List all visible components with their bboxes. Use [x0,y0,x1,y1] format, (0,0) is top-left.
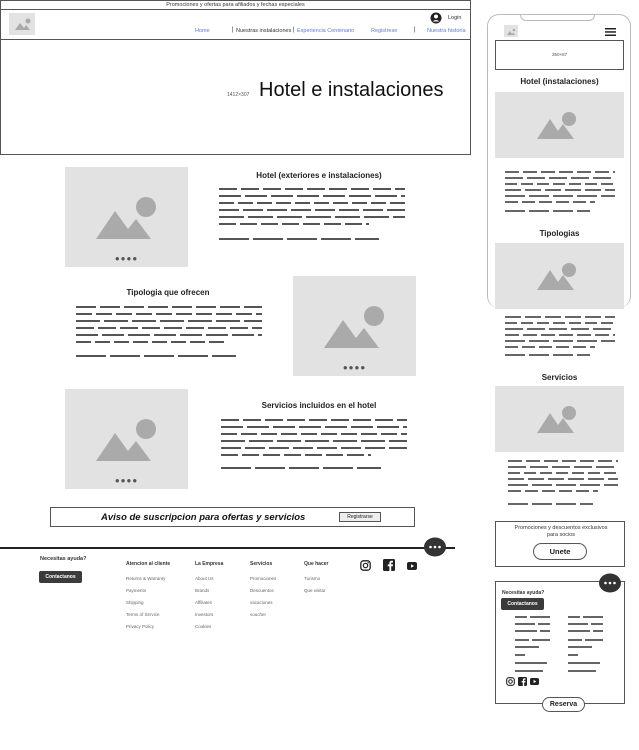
mobile-help-title: Necesitas ayuda? [502,590,545,596]
mobile-section-title: Tipologias [539,229,580,238]
image-placeholder-icon [324,306,384,348]
footer-help-title: Necesitas ayuda? [40,556,87,562]
footer-link[interactable]: Promociones [250,576,300,581]
promo-topbar: Promociones y ofertas para afiliados y f… [0,0,471,10]
mobile-youtube-icon[interactable] [530,678,539,685]
footer-link[interactable]: Terms of Service [126,612,186,617]
footer-link[interactable]: Payments [126,588,186,593]
user-icon[interactable] [430,12,442,24]
image-placeholder-icon [537,112,576,139]
mobile-hero-size-label: 350×87 [552,52,568,57]
mobile-section-image [495,386,624,452]
nav-instalaciones[interactable]: Nuestras instalaciones [236,28,291,34]
footer-link[interactable]: vacaciones [250,600,300,605]
nav-separator: | [414,27,416,33]
nav-registrese[interactable]: Registrese [371,28,397,34]
section-image: ●●●● [293,276,416,376]
mobile-hero: 350×87 [495,40,624,70]
footer-link[interactable]: Turismo [304,576,349,581]
nav-separator: | [293,27,295,33]
footer-link[interactable]: Affiliates [195,600,245,605]
subscribe-text: Aviso de suscripcion para ofertas y serv… [101,512,306,523]
image-placeholder-icon [537,406,576,433]
hero-banner: 1412×307 Hotel e instalaciones [0,40,471,155]
mobile-section-title: Hotel (instalaciones) [520,77,599,86]
image-placeholder-icon [507,28,516,35]
instagram-icon[interactable] [360,560,371,571]
carousel-dots[interactable]: ●●●● [115,254,138,263]
mobile-facebook-icon[interactable] [518,677,527,686]
image-placeholder-icon [96,197,156,239]
footer-column: Servicios Promociones Descuentos vacacio… [250,561,300,617]
mobile-instagram-icon[interactable] [506,677,515,686]
header: Login Home | Nuestras instalaciones | Ex… [0,10,471,40]
footer-link[interactable]: Privacy Policy [126,624,186,629]
footer-column-title: Atencion al cliente [126,561,171,567]
footer-link[interactable]: Cookies [195,624,245,629]
mobile-logo-image[interactable] [504,25,518,37]
mobile-contact-button[interactable]: Contactanos [501,598,544,610]
nav-experiencia[interactable]: Experiencia Centenario [297,28,354,34]
mobile-promo-box: Promociones y descuentos exclusivos para… [495,521,625,567]
mobile-phone-notch [520,14,595,21]
hero-title: Hotel e instalaciones [259,79,444,101]
section-title: Servicios incluidos en el hotel [261,401,377,410]
footer-column: Que hacer Turismo Que visitar [304,561,349,593]
footer-link[interactable]: voucher [250,612,300,617]
section-image: ●●●● [65,389,188,489]
footer-link[interactable]: Que visitar [304,588,349,593]
chat-icon[interactable] [423,537,447,559]
nav-separator: | [232,27,234,33]
footer-column-title: Servicios [250,561,273,567]
mobile-section-title: Servicios [541,373,578,382]
mobile-chat-icon[interactable] [598,573,622,595]
footer-link[interactable]: Returns & Warranty [126,576,186,581]
section-image: ●●●● [65,167,188,267]
carousel-dots[interactable]: ●●●● [115,476,138,485]
footer-link[interactable]: Descuentos [250,588,300,593]
footer-column-title: La Empresa [195,561,224,567]
footer-link[interactable]: Investors [195,612,245,617]
footer-column: Atencion al cliente Returns & Warranty P… [126,561,186,629]
footer-link[interactable]: About Us [195,576,245,581]
login-link[interactable]: Login [448,15,461,21]
mobile-section-image [495,92,624,158]
nav-historia[interactable]: Nuestra historia [427,28,466,34]
image-placeholder-icon [537,263,576,290]
footer-link[interactable]: Brands [195,588,245,593]
mobile-promo-text: Promociones y descuentos exclusivos para… [514,525,608,538]
hero-size-label: 1412×307 [227,92,250,98]
logo-image[interactable] [9,13,35,35]
section-title: Hotel (exteriores e instalaciones) [256,171,382,180]
footer-column: La Empresa About Us Brands Affiliates In… [195,561,245,629]
facebook-icon[interactable] [383,559,395,571]
footer-contact-button[interactable]: Contactanos [39,571,82,583]
hamburger-menu-icon[interactable] [605,28,616,36]
mobile-section-image [495,243,624,309]
footer-column-title: Que hacer [304,561,329,567]
image-placeholder-icon [15,18,31,30]
mobile-reserve-button[interactable]: Reserva [542,697,585,712]
subscribe-button[interactable]: Registrarse [339,512,381,522]
mobile-join-button[interactable]: Unete [533,543,587,560]
nav-home[interactable]: Home [195,28,210,34]
footer-link[interactable]: Shipping [126,600,186,605]
footer-divider [0,547,455,549]
section-title: Tipologia que ofrecen [126,288,210,297]
subscribe-banner: Aviso de suscripcion para ofertas y serv… [50,507,415,527]
promo-topbar-text: Promociones y ofertas para afiliados y f… [166,2,305,8]
youtube-icon[interactable] [407,562,417,570]
carousel-dots[interactable]: ●●●● [343,363,366,372]
image-placeholder-icon [96,419,156,461]
